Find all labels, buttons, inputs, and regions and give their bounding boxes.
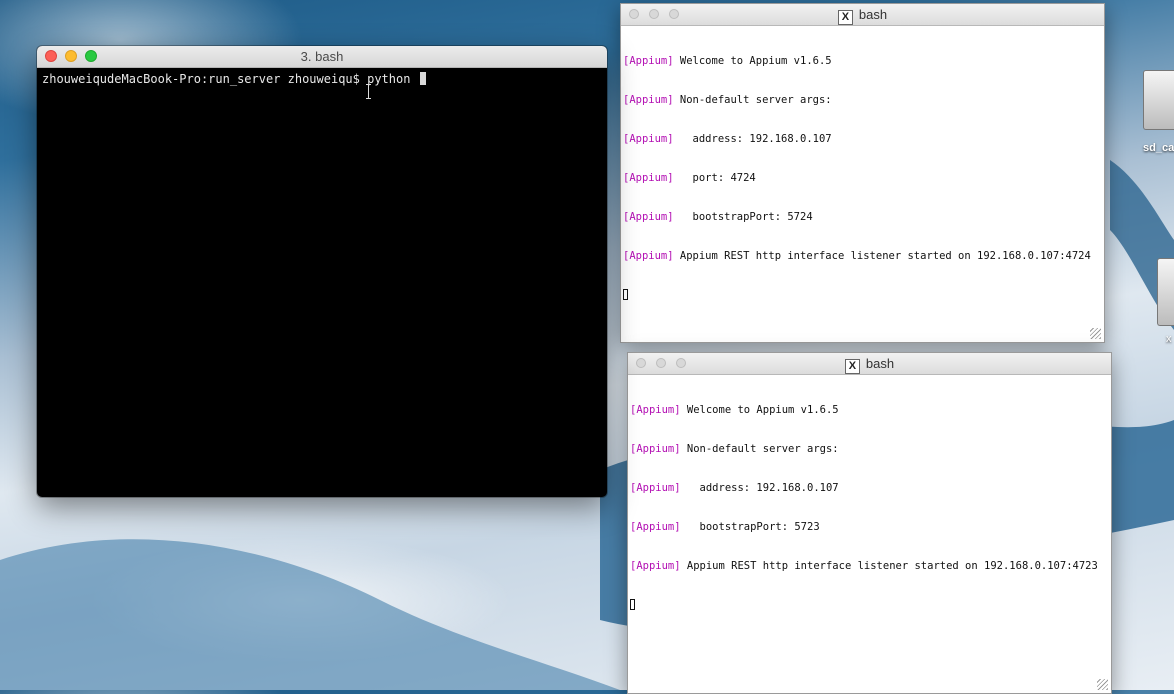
output-line: [Appium] Appium REST http interface list…: [623, 250, 1091, 262]
appium-tag: [Appium]: [630, 404, 681, 416]
appium-tag: [Appium]: [623, 211, 674, 223]
text-cursor: [630, 599, 635, 610]
output-line: [Appium] Appium REST http interface list…: [630, 560, 1098, 572]
xterm-window-port-4723[interactable]: Xbash [Appium] Welcome to Appium v1.6.5 …: [627, 352, 1112, 694]
appium-tag: [Appium]: [623, 172, 674, 184]
appium-tag: [Appium]: [623, 133, 674, 145]
appium-tag: [Appium]: [630, 482, 681, 494]
x11-icon: X: [844, 359, 860, 374]
text-cursor: [419, 72, 426, 85]
text-cursor: [623, 289, 628, 300]
output-line: [Appium] Welcome to Appium v1.6.5: [623, 55, 832, 67]
disk-image-icon[interactable]: [1157, 258, 1174, 326]
output-line: [Appium] port: 4724: [623, 172, 756, 184]
ibeam-cursor-icon: [366, 84, 372, 99]
resize-grip[interactable]: [1097, 679, 1108, 690]
terminal-title: 3. bash: [300, 49, 344, 64]
output-line: [Appium] bootstrapPort: 5724: [623, 211, 813, 223]
appium-tag: [Appium]: [623, 55, 674, 67]
terminal-window[interactable]: 3. bash zhouweiqudeMacBook-Pro:run_serve…: [37, 46, 607, 497]
output-line: [Appium] Welcome to Appium v1.6.5: [630, 404, 839, 416]
appium-tag: [Appium]: [623, 94, 674, 106]
typed-command: python: [367, 72, 411, 86]
appium-tag: [Appium]: [623, 250, 674, 262]
xterm-output[interactable]: [Appium] Welcome to Appium v1.6.5 [Appiu…: [628, 375, 1111, 641]
xterm-output[interactable]: [Appium] Welcome to Appium v1.6.5 [Appiu…: [621, 26, 1104, 331]
drive-icon-label: sd_ca: [1143, 142, 1174, 154]
disk-image-label: x: [1166, 333, 1172, 345]
xterm-titlebar[interactable]: Xbash: [628, 353, 1111, 375]
xterm-title: bash: [858, 7, 888, 22]
x11-icon: X: [837, 10, 853, 25]
terminal-output[interactable]: zhouweiqudeMacBook-Pro:run_server zhouwe…: [37, 68, 607, 91]
drive-icon[interactable]: [1143, 70, 1174, 130]
terminal-titlebar[interactable]: 3. bash: [37, 46, 607, 68]
output-line: [Appium] Non-default server args:: [623, 94, 832, 106]
xterm-title: bash: [865, 356, 895, 371]
output-line: [Appium] bootstrapPort: 5723: [630, 521, 820, 533]
output-line: [Appium] address: 192.168.0.107: [630, 482, 839, 494]
output-line: [Appium] address: 192.168.0.107: [623, 133, 832, 145]
appium-tag: [Appium]: [630, 443, 681, 455]
shell-prompt: zhouweiqudeMacBook-Pro:run_server zhouwe…: [42, 72, 368, 86]
appium-tag: [Appium]: [630, 521, 681, 533]
output-line: [Appium] Non-default server args:: [630, 443, 839, 455]
appium-tag: [Appium]: [630, 560, 681, 572]
xterm-window-port-4724[interactable]: Xbash [Appium] Welcome to Appium v1.6.5 …: [620, 3, 1105, 343]
resize-grip[interactable]: [1090, 328, 1101, 339]
xterm-titlebar[interactable]: Xbash: [621, 4, 1104, 26]
